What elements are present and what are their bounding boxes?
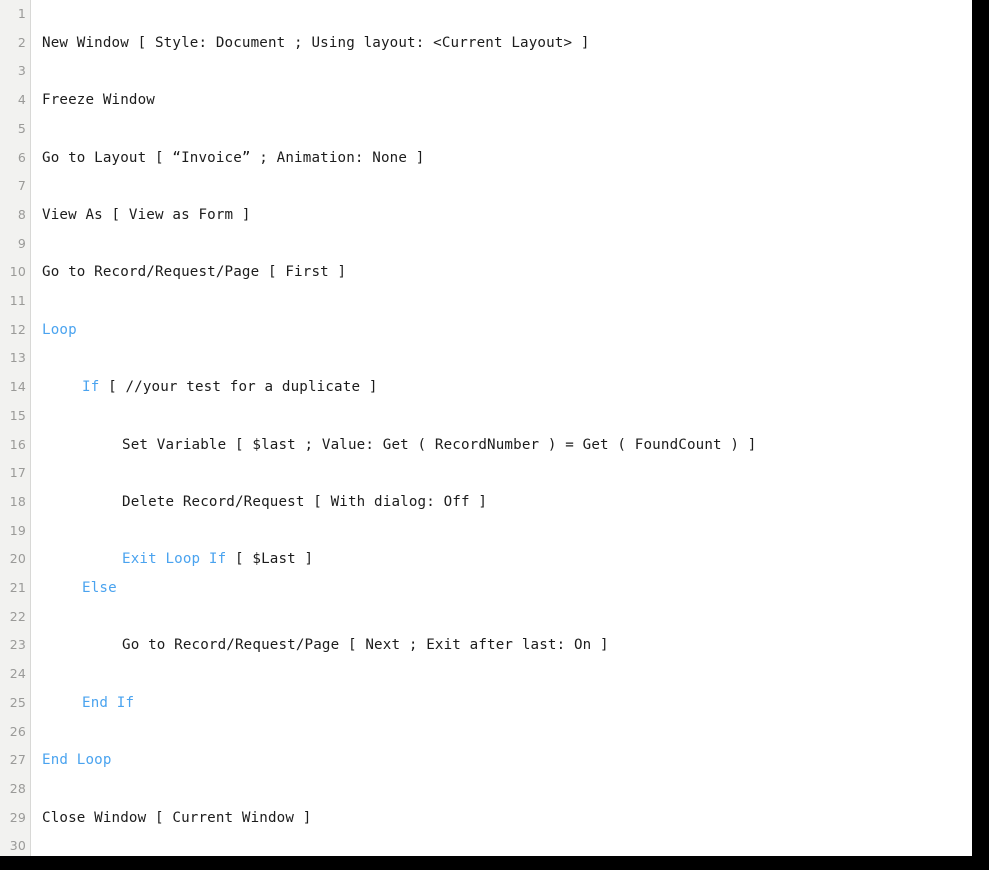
script-line[interactable]: 15 (0, 402, 972, 431)
line-number: 30 (9, 838, 26, 854)
line-number: 20 (9, 551, 26, 567)
script-parameters: Go to Layout [ “Invoice” ; Animation: No… (42, 149, 425, 166)
line-number: 23 (9, 637, 26, 653)
script-step-text[interactable]: Freeze Window (42, 86, 155, 115)
script-line[interactable]: 2 New Window [ Style: Document ; Using la… (0, 29, 972, 58)
script-step-text[interactable]: Go to Record/Request/Page [ Next ; Exit … (122, 631, 609, 660)
line-number: 25 (9, 694, 26, 710)
script-line[interactable]: 1 (0, 0, 972, 29)
script-step-text[interactable]: Go to Layout [ “Invoice” ; Animation: No… (42, 144, 424, 173)
line-number: 27 (9, 752, 26, 768)
script-line[interactable]: 14 If [ //your test for a duplicate ] (0, 373, 972, 402)
script-line[interactable]: 4 Freeze Window (0, 86, 972, 115)
line-number: 13 (9, 350, 26, 366)
script-step-text[interactable]: End Loop (42, 746, 112, 775)
line-number: 21 (9, 580, 26, 595)
line-number: 14 (9, 379, 26, 395)
script-keyword: Loop (42, 321, 77, 338)
script-line[interactable]: 18 Delete Record/Request [ With dialog: O… (0, 488, 972, 517)
script-parameters: Freeze Window (42, 92, 155, 109)
script-parameters: New Window [ Style: Document ; Using lay… (42, 34, 590, 51)
line-number: 26 (9, 723, 26, 739)
script-line[interactable]: 24 (0, 660, 972, 689)
script-line[interactable]: 26 (0, 718, 972, 747)
script-step-text[interactable]: If [ //your test for a duplicate ] (82, 373, 378, 402)
script-parameters: Go to Record/Request/Page [ First ] (42, 264, 347, 281)
line-number: 15 (9, 407, 26, 423)
script-step-text[interactable]: New Window [ Style: Document ; Using lay… (42, 29, 590, 58)
line-number: 17 (9, 465, 26, 481)
script-step-text[interactable]: Delete Record/Request [ With dialog: Off… (122, 488, 487, 517)
script-parameters: Set Variable [ $last ; Value: Get ( Reco… (122, 436, 757, 453)
line-number: 7 (17, 178, 26, 194)
line-number: 5 (17, 120, 26, 136)
script-line[interactable]: 12 Loop (0, 316, 972, 345)
script-line[interactable]: 3 (0, 57, 972, 86)
script-step-text[interactable]: Else (82, 574, 117, 603)
script-line[interactable]: 5 (0, 115, 972, 144)
script-step-text[interactable]: End If (82, 689, 134, 718)
line-number: 9 (17, 235, 26, 251)
script-line[interactable]: 9 (0, 230, 972, 259)
line-number: 24 (9, 666, 26, 682)
script-line[interactable]: 21 Else (0, 574, 972, 603)
line-number: 22 (9, 608, 26, 624)
script-line[interactable]: 29 Close Window [ Current Window ] (0, 804, 972, 833)
script-step-text[interactable]: Close Window [ Current Window ] (42, 804, 311, 833)
script-parameters: Delete Record/Request [ With dialog: Off… (122, 493, 488, 510)
line-number: 2 (17, 34, 26, 50)
script-parameters: [ $Last ] (235, 551, 314, 568)
script-keyword: End If (82, 694, 135, 711)
script-line[interactable]: 25 End If (0, 689, 972, 718)
script-line[interactable]: 11 (0, 287, 972, 316)
script-line[interactable]: 13 (0, 344, 972, 373)
script-line[interactable]: 20 Exit Loop If [ $Last ] (0, 545, 972, 574)
line-number: 12 (9, 321, 26, 337)
script-step-text[interactable]: View As [ View as Form ] (42, 201, 251, 230)
script-editor-panel[interactable]: 1 2 New Window [ Style: Document ; Using l… (0, 0, 972, 856)
script-line[interactable]: 7 (0, 172, 972, 201)
line-number: 19 (9, 522, 26, 538)
script-step-text[interactable]: Exit Loop If [ $Last ] (122, 545, 313, 574)
script-step-text[interactable]: Loop (42, 316, 77, 345)
line-number: 3 (17, 63, 26, 79)
line-number: 11 (9, 293, 26, 308)
script-line[interactable]: 19 (0, 517, 972, 546)
line-number: 18 (9, 493, 26, 509)
script-parameters: [ //your test for a duplicate ] (108, 379, 378, 396)
script-keyword: Exit Loop If (122, 551, 235, 568)
line-number: 8 (17, 206, 26, 222)
script-line[interactable]: 30 (0, 832, 972, 856)
script-line[interactable]: 10 Go to Record/Request/Page [ First ] (0, 258, 972, 287)
line-number: 1 (17, 6, 26, 21)
script-line[interactable]: 23 Go to Record/Request/Page [ Next ; Exi… (0, 631, 972, 660)
script-line[interactable]: 22 (0, 603, 972, 632)
script-keyword: End Loop (42, 752, 112, 769)
script-step-text[interactable]: Go to Record/Request/Page [ First ] (42, 258, 346, 287)
script-parameters: View As [ View as Form ] (42, 206, 251, 223)
script-step-text[interactable]: Set Variable [ $last ; Value: Get ( Reco… (122, 431, 757, 460)
script-line[interactable]: 6 Go to Layout [ “Invoice” ; Animation: N… (0, 144, 972, 173)
line-number: 29 (9, 809, 26, 825)
line-number: 6 (17, 149, 26, 165)
script-line[interactable]: 28 (0, 775, 972, 804)
line-number: 4 (17, 92, 26, 108)
line-number: 10 (9, 264, 26, 280)
script-line[interactable]: 27 End Loop (0, 746, 972, 775)
line-number: 28 (9, 780, 26, 796)
script-parameters: Close Window [ Current Window ] (42, 809, 312, 826)
script-parameters: Go to Record/Request/Page [ Next ; Exit … (122, 637, 609, 654)
script-line[interactable]: 17 (0, 459, 972, 488)
line-number: 16 (9, 436, 26, 452)
script-line[interactable]: 16 Set Variable [ $last ; Value: Get ( Re… (0, 431, 972, 460)
script-line[interactable]: 8 View As [ View as Form ] (0, 201, 972, 230)
script-keyword: If (82, 379, 109, 396)
script-keyword: Else (82, 580, 117, 596)
